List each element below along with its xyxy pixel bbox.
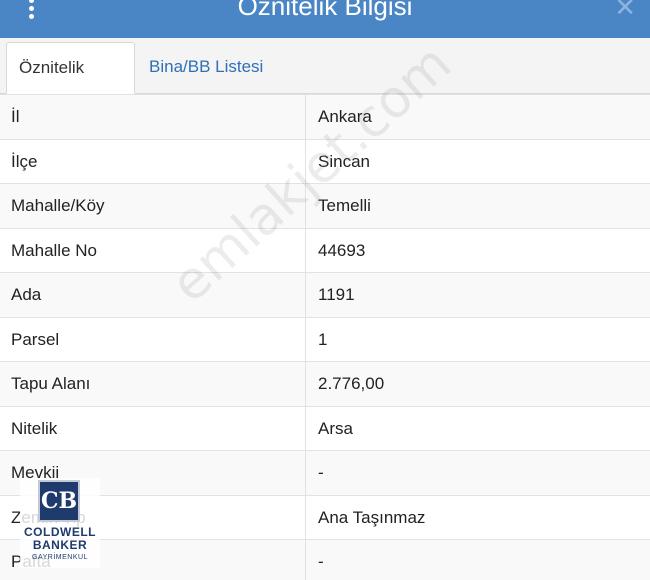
close-icon[interactable]: ✕: [614, 0, 636, 22]
logo-text-line2: BANKER: [32, 538, 88, 552]
table-row: Ada 1191: [0, 273, 650, 318]
row-key: Mahalle No: [0, 228, 306, 272]
tab-bar: Öznitelik Bilgisi Bina/BB Listesi: [0, 38, 650, 127]
row-value: 1: [318, 329, 328, 349]
logo-text-line3: GAYRİMENKUL: [32, 554, 88, 561]
row-value: 44693: [318, 240, 366, 260]
row-key: İlçe: [0, 139, 306, 183]
logo-text-line1: COLDWELL: [24, 525, 96, 539]
row-value: -: [318, 552, 324, 571]
row-value: Temelli: [318, 196, 371, 215]
dialog-header: Öznitelik Bilgisi ✕: [0, 0, 650, 38]
row-key: Tapu Alanı: [0, 362, 306, 406]
row-key: Parsel: [0, 317, 306, 361]
row-value: Ankara: [318, 107, 372, 126]
tab-oznitelik-bilgisi[interactable]: Öznitelik Bilgisi: [6, 42, 135, 127]
row-key: Nitelik: [0, 406, 306, 450]
row-key: İl: [0, 95, 306, 139]
row-key: Mahalle/Köy: [0, 184, 306, 228]
row-value: Arsa: [318, 418, 353, 438]
table-row: Parsel 1: [0, 317, 650, 362]
cb-logo-mark: CB: [38, 480, 80, 522]
table-row: Mahalle No 44693: [0, 228, 650, 273]
row-key: Ada: [0, 273, 306, 317]
row-value: 1191: [318, 285, 355, 304]
table-row: İl Ankara: [0, 95, 650, 140]
dialog-title: Öznitelik Bilgisi: [237, 0, 413, 21]
table-row: Nitelik Arsa: [0, 406, 650, 451]
coldwell-banker-logo: CB COLDWELL BANKER GAYRİMENKUL: [20, 478, 100, 568]
table-row: Tapu Alanı 2.776,00: [0, 362, 650, 407]
row-value: 2.776,00: [318, 374, 385, 393]
table-row: İlçe Sincan: [0, 139, 650, 184]
tab-bina-bb-listesi[interactable]: Bina/BB Listesi: [137, 42, 275, 94]
row-value: Sincan: [318, 151, 370, 171]
row-value: Ana Taşınmaz: [318, 507, 426, 527]
row-value: -: [318, 463, 324, 482]
table-row: Mahalle/Köy Temelli: [0, 184, 650, 229]
